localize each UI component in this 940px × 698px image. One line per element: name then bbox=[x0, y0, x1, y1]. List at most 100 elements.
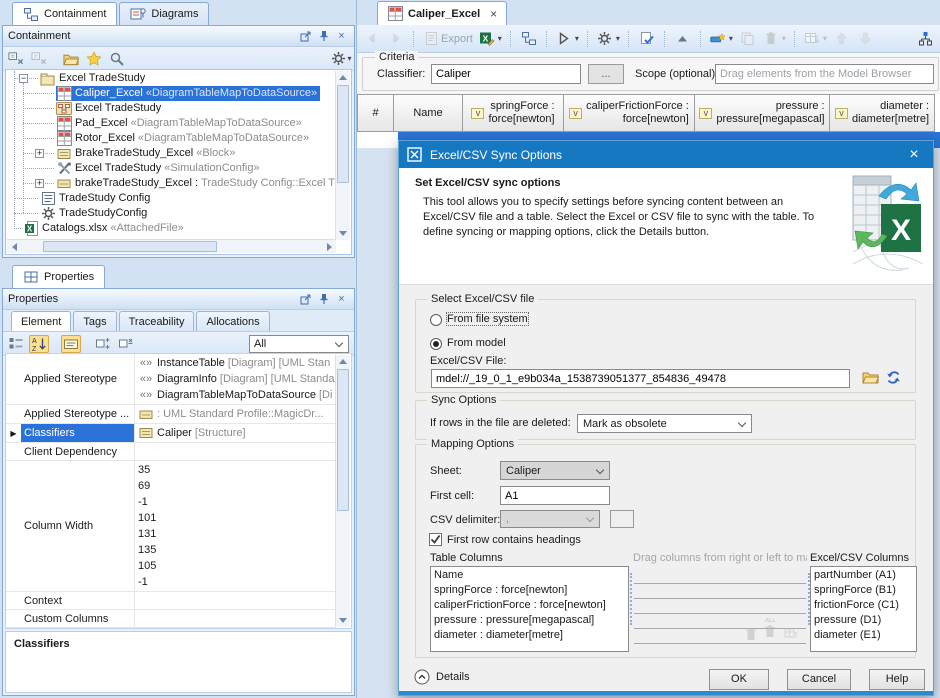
tree-item-content[interactable]: TradeStudyConfig bbox=[40, 206, 150, 221]
tree-expander-icon[interactable]: + bbox=[35, 179, 44, 188]
table-column-item[interactable]: pressure : pressure[megapascal] bbox=[431, 613, 628, 628]
scroll-left-icon[interactable] bbox=[7, 240, 21, 253]
move-up-button[interactable] bbox=[831, 29, 853, 49]
property-row[interactable]: Custom Columns bbox=[6, 610, 336, 628]
property-row[interactable]: Client Dependency bbox=[6, 443, 336, 461]
scroll-right-icon[interactable] bbox=[322, 240, 336, 253]
tab-containment[interactable]: Containment bbox=[12, 2, 117, 25]
tab-caliper-excel[interactable]: Caliper_Excel × bbox=[377, 1, 507, 25]
tree-item-content[interactable]: BrakeTradeStudy_Excel«Block» bbox=[56, 146, 238, 161]
property-name[interactable]: Context bbox=[21, 592, 135, 609]
table-column-item[interactable]: diameter : diameter[metre] bbox=[431, 628, 628, 643]
tree-horizontal-scrollbar[interactable] bbox=[7, 239, 336, 253]
radio-from-file-system[interactable] bbox=[430, 314, 442, 326]
close-panel-icon[interactable]: × bbox=[334, 30, 349, 42]
radio-from-file-system-label[interactable]: From file system bbox=[447, 313, 528, 325]
column-header[interactable]: Name bbox=[394, 94, 463, 132]
radio-from-model-label[interactable]: From model bbox=[447, 337, 506, 349]
property-name[interactable]: Custom Columns bbox=[21, 610, 135, 627]
classifier-input[interactable] bbox=[431, 64, 581, 84]
property-row[interactable]: Applied Stereotype«»InstanceTable[Diagra… bbox=[6, 354, 336, 405]
sort-alphabetically-button[interactable]: AZ bbox=[29, 335, 49, 353]
tree-item[interactable]: XCatalogs.xlsx«AttachedFile» bbox=[7, 221, 335, 236]
categorized-view-button[interactable] bbox=[6, 335, 26, 353]
select-in-containment-tree-button[interactable] bbox=[6, 50, 26, 68]
tree-item[interactable]: Pad_Excel«DiagramTableMapToDataSource» bbox=[7, 116, 335, 131]
excel-column-item[interactable]: pressure (D1) bbox=[811, 613, 916, 628]
mapping-slot[interactable] bbox=[634, 629, 806, 644]
mapping-slot[interactable] bbox=[634, 584, 806, 599]
float-panel-icon[interactable] bbox=[298, 31, 313, 42]
open-folder-button[interactable] bbox=[61, 50, 81, 68]
column-header[interactable]: vdiameter :diameter[metre] bbox=[830, 94, 935, 132]
table-column-item[interactable]: Name bbox=[431, 568, 628, 583]
column-header[interactable]: vcaliperFrictionForce :force[newton] bbox=[564, 94, 695, 132]
back-arrow-button[interactable] bbox=[361, 29, 383, 49]
tree-vertical-scrollbar[interactable] bbox=[335, 71, 350, 240]
column-header[interactable]: vspringForce :force[newton] bbox=[463, 94, 564, 132]
refresh-icon[interactable] bbox=[886, 370, 901, 385]
sub-tab-element[interactable]: Element bbox=[11, 311, 71, 331]
help-button[interactable]: Help bbox=[869, 669, 925, 690]
dropdown-caret-icon[interactable]: ▾ bbox=[498, 35, 502, 43]
pin-panel-icon[interactable] bbox=[316, 30, 331, 42]
headings-checkbox-label[interactable]: First row contains headings bbox=[447, 534, 581, 546]
mapping-slot[interactable] bbox=[634, 569, 806, 584]
excel-edit-button[interactable]: X▾ bbox=[477, 29, 504, 49]
tab-properties[interactable]: Properties bbox=[12, 265, 105, 288]
dialog-close-icon[interactable]: × bbox=[903, 146, 925, 164]
property-row[interactable]: Context bbox=[6, 592, 336, 610]
tree-item-content[interactable]: Pad_Excel«DiagramTableMapToDataSource» bbox=[56, 116, 305, 131]
tree-item[interactable]: Rotor_Excel«DiagramTableMapToDataSource» bbox=[7, 131, 335, 146]
property-name[interactable]: Applied Stereotype ... bbox=[21, 405, 135, 423]
tree-item-content[interactable]: Excel TradeStudy«SimulationConfig» bbox=[56, 161, 263, 176]
details-toggle[interactable]: Details bbox=[414, 669, 470, 685]
column-header[interactable]: # bbox=[357, 94, 394, 132]
property-row[interactable]: ▶ClassifiersCaliper[Structure] bbox=[6, 424, 336, 443]
property-row[interactable]: Column Width3569-1101131135105-1 bbox=[6, 461, 336, 592]
containment-tree-button[interactable] bbox=[518, 29, 540, 49]
property-name[interactable]: Classifiers bbox=[21, 424, 135, 442]
table-columns-list[interactable]: NamespringForce : force[newton]caliperFr… bbox=[430, 566, 629, 652]
excel-column-item[interactable]: frictionForce (C1) bbox=[811, 598, 916, 613]
property-name[interactable]: Column Width bbox=[21, 461, 135, 591]
dropdown-caret-icon[interactable]: ▾ bbox=[616, 35, 620, 43]
forward-arrow-button[interactable] bbox=[385, 29, 407, 49]
file-path-input[interactable] bbox=[431, 369, 850, 388]
property-row[interactable]: Applied Stereotype ...: UML Standard Pro… bbox=[6, 405, 336, 424]
tree-item[interactable]: +brakeTradeStudy_Excel :TradeStudy Confi… bbox=[7, 176, 335, 191]
grid-vertical-scrollbar[interactable] bbox=[335, 355, 350, 627]
tab-diagrams[interactable]: Diagrams bbox=[119, 2, 209, 25]
ok-button[interactable]: OK bbox=[709, 669, 769, 690]
dropdown-caret-icon[interactable]: ▾ bbox=[575, 35, 579, 43]
remove-all-mappings-icon[interactable]: ALL bbox=[763, 624, 777, 642]
gear-button[interactable]: ▾ bbox=[595, 29, 622, 49]
column-header[interactable]: vpressure :pressure[megapascal] bbox=[695, 94, 830, 132]
float-panel-icon[interactable] bbox=[298, 294, 313, 305]
tree-item[interactable]: −Excel TradeStudy bbox=[7, 71, 335, 86]
search-button[interactable] bbox=[107, 50, 127, 68]
sub-tab-traceability[interactable]: Traceability bbox=[119, 311, 195, 331]
excel-columns-list[interactable]: partNumber (A1)springForce (B1)frictionF… bbox=[810, 566, 917, 652]
numbering-button[interactable] bbox=[914, 29, 936, 49]
tree-item[interactable]: TradeStudyConfig bbox=[7, 206, 335, 221]
delete-trash-button[interactable]: ▾ bbox=[761, 29, 788, 49]
excel-column-item[interactable]: springForce (B1) bbox=[811, 583, 916, 598]
table-column-item[interactable]: caliperFrictionForce : force[newton] bbox=[431, 598, 628, 613]
property-name[interactable]: Client Dependency bbox=[21, 443, 135, 460]
mapping-slot[interactable] bbox=[634, 599, 806, 614]
table-options-button[interactable]: ▾ bbox=[802, 29, 829, 49]
gear-button[interactable]: ▾ bbox=[331, 50, 351, 68]
validate-document-button[interactable] bbox=[636, 29, 658, 49]
first-cell-input[interactable] bbox=[500, 486, 610, 505]
classifier-browse-button[interactable]: ... bbox=[588, 64, 624, 84]
select-in-inheritance-tree-button[interactable] bbox=[29, 50, 49, 68]
cancel-button[interactable]: Cancel bbox=[787, 669, 851, 690]
scroll-down-icon[interactable] bbox=[336, 227, 350, 240]
move-down-button[interactable] bbox=[855, 29, 877, 49]
copy-button[interactable] bbox=[737, 29, 759, 49]
run-play-button[interactable]: ▾ bbox=[554, 29, 581, 49]
close-panel-icon[interactable]: × bbox=[334, 293, 349, 305]
tree-item-content[interactable]: Rotor_Excel«DiagramTableMapToDataSource» bbox=[56, 131, 312, 146]
remove-mapping-icon[interactable] bbox=[744, 627, 758, 642]
